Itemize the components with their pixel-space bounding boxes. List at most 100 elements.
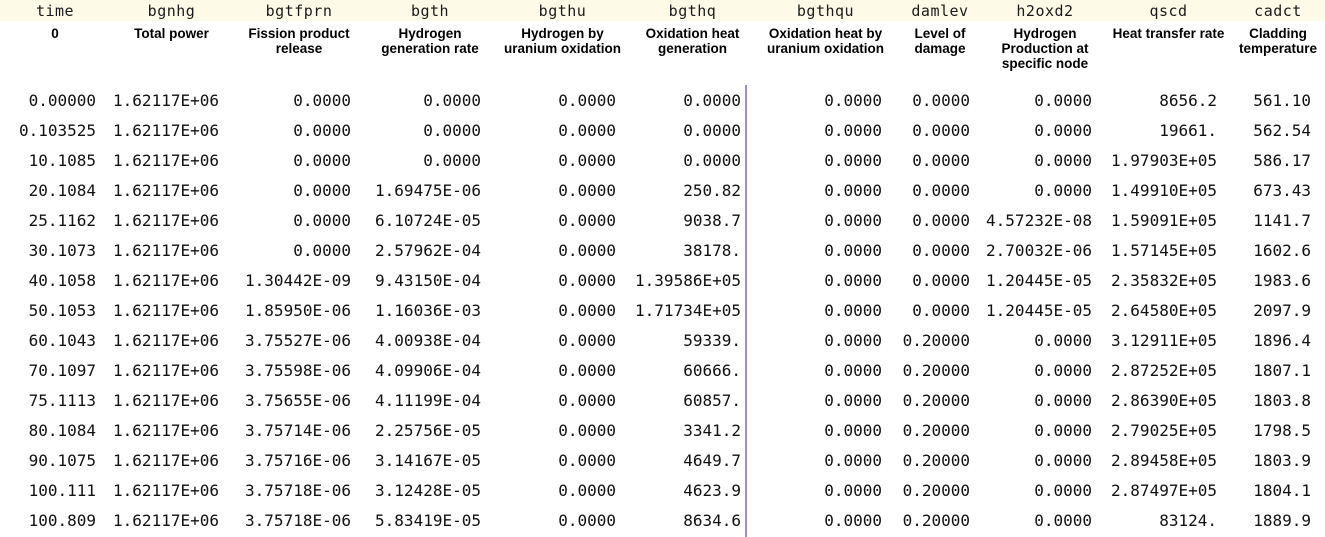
cell-bgthqu[interactable]: 0.0000 xyxy=(755,331,896,350)
cell-bgnhg[interactable]: 1.62117E+06 xyxy=(110,511,233,530)
cell-bgnhg[interactable]: 1.62117E+06 xyxy=(110,361,233,380)
cell-damlev[interactable]: 0.20000 xyxy=(896,511,984,530)
cell-damlev[interactable]: 0.0000 xyxy=(896,301,984,320)
cell-time[interactable]: 30.1073 xyxy=(0,241,110,260)
cell-bgthu[interactable]: 0.0000 xyxy=(495,211,630,230)
cell-h2oxd2[interactable]: 1.20445E-05 xyxy=(984,301,1106,320)
cell-bgth[interactable]: 0.0000 xyxy=(365,121,495,140)
cell-bgthqu[interactable]: 0.0000 xyxy=(755,421,896,440)
cell-cadct[interactable]: 1804.1 xyxy=(1231,481,1325,500)
cell-bgtfprn[interactable]: 3.75718E-06 xyxy=(233,481,365,500)
table-row[interactable]: 40.1058 1.62117E+06 1.30442E-09 9.43150E-04… xyxy=(0,265,1325,295)
cell-time[interactable]: 100.809 xyxy=(0,511,110,530)
cell-qscd[interactable]: 1.59091E+05 xyxy=(1106,211,1231,230)
cell-cadct[interactable]: 1803.8 xyxy=(1231,391,1325,410)
cell-bgthq[interactable]: 4623.9 xyxy=(630,481,755,500)
cell-qscd[interactable]: 1.49910E+05 xyxy=(1106,181,1231,200)
table-row[interactable]: 0.00000 1.62117E+06 0.0000 0.0000 0.0000 0.00… xyxy=(0,85,1325,115)
cell-bgtfprn[interactable]: 3.75598E-06 xyxy=(233,361,365,380)
cell-qscd[interactable]: 1.57145E+05 xyxy=(1106,241,1231,260)
cell-bgnhg[interactable]: 1.62117E+06 xyxy=(110,271,233,290)
cell-h2oxd2[interactable]: 0.0000 xyxy=(984,511,1106,530)
cell-bgthu[interactable]: 0.0000 xyxy=(495,391,630,410)
cell-damlev[interactable]: 0.20000 xyxy=(896,391,984,410)
cell-bgtfprn[interactable]: 1.30442E-09 xyxy=(233,271,365,290)
cell-bgthu[interactable]: 0.0000 xyxy=(495,451,630,470)
cell-bgth[interactable]: 2.25756E-05 xyxy=(365,421,495,440)
cell-bgthu[interactable]: 0.0000 xyxy=(495,511,630,530)
cell-cadct[interactable]: 1141.7 xyxy=(1231,211,1325,230)
cell-bgthqu[interactable]: 0.0000 xyxy=(755,451,896,470)
table-row[interactable]: 90.1075 1.62117E+06 3.75716E-06 3.14167E-05… xyxy=(0,445,1325,475)
cell-bgtfprn[interactable]: 0.0000 xyxy=(233,151,365,170)
cell-bgth[interactable]: 0.0000 xyxy=(365,151,495,170)
cell-bgnhg[interactable]: 1.62117E+06 xyxy=(110,391,233,410)
cell-bgth[interactable]: 4.09906E-04 xyxy=(365,361,495,380)
table-row[interactable]: 20.1084 1.62117E+06 0.0000 1.69475E-06 0.000… xyxy=(0,175,1325,205)
cell-bgtfprn[interactable]: 0.0000 xyxy=(233,211,365,230)
cell-time[interactable]: 60.1043 xyxy=(0,331,110,350)
cell-bgthq[interactable]: 1.71734E+05 xyxy=(630,301,755,320)
cell-bgthq[interactable]: 1.39586E+05 xyxy=(630,271,755,290)
cell-time[interactable]: 90.1075 xyxy=(0,451,110,470)
cell-qscd[interactable]: 1.97903E+05 xyxy=(1106,151,1231,170)
cell-damlev[interactable]: 0.0000 xyxy=(896,181,984,200)
cell-bgthqu[interactable]: 0.0000 xyxy=(755,271,896,290)
cell-bgthqu[interactable]: 0.0000 xyxy=(755,301,896,320)
cell-bgtfprn[interactable]: 0.0000 xyxy=(233,241,365,260)
cell-qscd[interactable]: 3.12911E+05 xyxy=(1106,331,1231,350)
cell-bgtfprn[interactable]: 1.85950E-06 xyxy=(233,301,365,320)
cell-cadct[interactable]: 1889.9 xyxy=(1231,511,1325,530)
table-row[interactable]: 100.111 1.62117E+06 3.75718E-06 3.12428E-05… xyxy=(0,475,1325,505)
cell-h2oxd2[interactable]: 0.0000 xyxy=(984,421,1106,440)
cell-qscd[interactable]: 2.87252E+05 xyxy=(1106,361,1231,380)
cell-qscd[interactable]: 19661. xyxy=(1106,121,1231,140)
cell-time[interactable]: 10.1085 xyxy=(0,151,110,170)
cell-bgtfprn[interactable]: 0.0000 xyxy=(233,181,365,200)
cell-h2oxd2[interactable]: 1.20445E-05 xyxy=(984,271,1106,290)
cell-time[interactable]: 20.1084 xyxy=(0,181,110,200)
cell-cadct[interactable]: 1803.9 xyxy=(1231,451,1325,470)
cell-bgnhg[interactable]: 1.62117E+06 xyxy=(110,181,233,200)
cell-qscd[interactable]: 2.35832E+05 xyxy=(1106,271,1231,290)
cell-bgth[interactable]: 1.16036E-03 xyxy=(365,301,495,320)
cell-bgthq[interactable]: 60857. xyxy=(630,391,755,410)
cell-h2oxd2[interactable]: 0.0000 xyxy=(984,391,1106,410)
cell-qscd[interactable]: 2.87497E+05 xyxy=(1106,481,1231,500)
cell-bgtfprn[interactable]: 0.0000 xyxy=(233,121,365,140)
cell-h2oxd2[interactable]: 0.0000 xyxy=(984,121,1106,140)
cell-cadct[interactable]: 1798.5 xyxy=(1231,421,1325,440)
cell-bgthu[interactable]: 0.0000 xyxy=(495,361,630,380)
cell-bgthqu[interactable]: 0.0000 xyxy=(755,391,896,410)
cell-bgthu[interactable]: 0.0000 xyxy=(495,421,630,440)
cell-h2oxd2[interactable]: 0.0000 xyxy=(984,361,1106,380)
cell-time[interactable]: 25.1162 xyxy=(0,211,110,230)
cell-bgthq[interactable]: 0.0000 xyxy=(630,151,755,170)
table-row[interactable]: 25.1162 1.62117E+06 0.0000 6.10724E-05 0.000… xyxy=(0,205,1325,235)
cell-bgtfprn[interactable]: 0.0000 xyxy=(233,91,365,110)
cell-h2oxd2[interactable]: 0.0000 xyxy=(984,451,1106,470)
cell-bgthu[interactable]: 0.0000 xyxy=(495,271,630,290)
cell-bgth[interactable]: 3.14167E-05 xyxy=(365,451,495,470)
cell-bgtfprn[interactable]: 3.75718E-06 xyxy=(233,511,365,530)
cell-damlev[interactable]: 0.20000 xyxy=(896,421,984,440)
cell-cadct[interactable]: 1602.6 xyxy=(1231,241,1325,260)
cell-bgthq[interactable]: 3341.2 xyxy=(630,421,755,440)
table-row[interactable]: 100.809 1.62117E+06 3.75718E-06 5.83419E-05… xyxy=(0,505,1325,535)
cell-h2oxd2[interactable]: 0.0000 xyxy=(984,91,1106,110)
cell-damlev[interactable]: 0.20000 xyxy=(896,331,984,350)
cell-bgthu[interactable]: 0.0000 xyxy=(495,481,630,500)
cell-damlev[interactable]: 0.20000 xyxy=(896,481,984,500)
cell-bgth[interactable]: 9.43150E-04 xyxy=(365,271,495,290)
cell-damlev[interactable]: 0.20000 xyxy=(896,451,984,470)
table-row[interactable]: 70.1097 1.62117E+06 3.75598E-06 4.09906E-04… xyxy=(0,355,1325,385)
cell-bgthqu[interactable]: 0.0000 xyxy=(755,361,896,380)
cell-bgthu[interactable]: 0.0000 xyxy=(495,91,630,110)
cell-bgthu[interactable]: 0.0000 xyxy=(495,181,630,200)
cell-bgthq[interactable]: 4649.7 xyxy=(630,451,755,470)
cell-qscd[interactable]: 2.86390E+05 xyxy=(1106,391,1231,410)
cell-damlev[interactable]: 0.0000 xyxy=(896,151,984,170)
cell-h2oxd2[interactable]: 2.70032E-06 xyxy=(984,241,1106,260)
cell-cadct[interactable]: 1983.6 xyxy=(1231,271,1325,290)
cell-time[interactable]: 100.111 xyxy=(0,481,110,500)
